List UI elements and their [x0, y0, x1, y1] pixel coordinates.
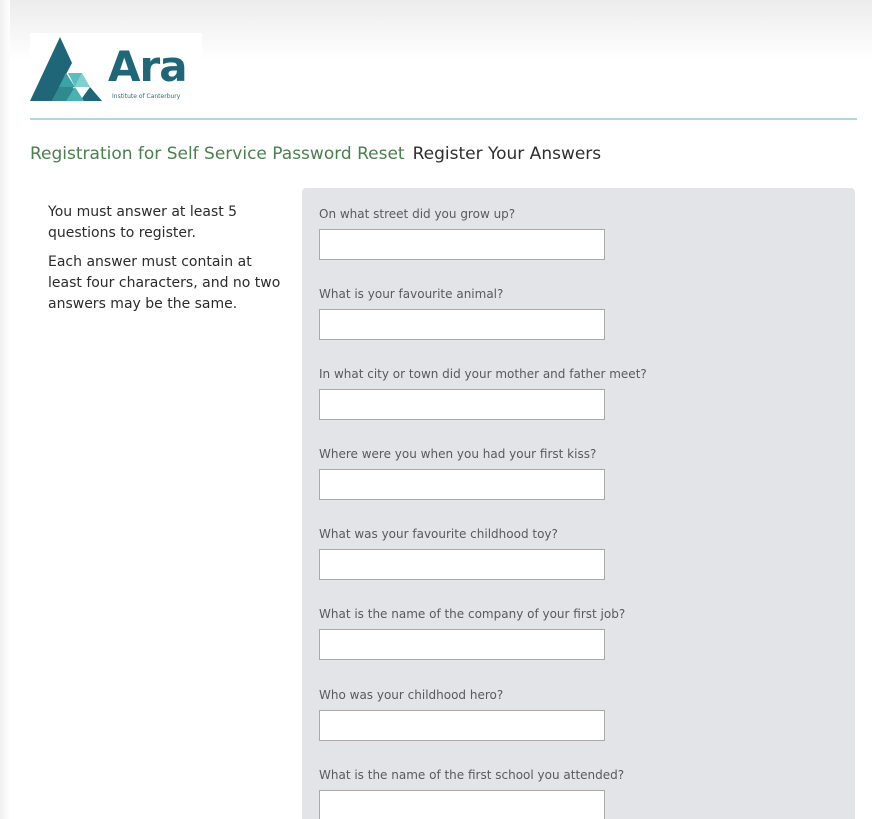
answer-input[interactable]	[319, 710, 605, 741]
page: Ara Institute of Canterbury Registration…	[0, 0, 872, 819]
answer-input[interactable]	[319, 549, 605, 580]
left-shadow	[0, 0, 10, 819]
answer-input[interactable]	[319, 790, 605, 819]
answer-input[interactable]	[319, 229, 605, 260]
question-label: On what street did you grow up?	[319, 207, 516, 221]
breadcrumb: Registration for Self Service Password R…	[30, 143, 601, 165]
instruction-minimum-answers: You must answer at least 5 questions to …	[48, 204, 238, 241]
instructions: You must answer at least 5 questions to …	[48, 202, 288, 323]
question-label: In what city or town did your mother and…	[319, 367, 647, 381]
page-title: Register Your Answers	[412, 144, 602, 164]
ara-logo-subtitle: Institute of Canterbury	[112, 93, 181, 100]
question-label: Where were you when you had your first k…	[319, 447, 597, 461]
ara-logo: Ara Institute of Canterbury	[30, 33, 202, 106]
question-label: What was your favourite childhood toy?	[319, 527, 558, 541]
ara-logo-mark-icon	[30, 37, 102, 101]
question-label: What is the name of the company of your …	[319, 607, 626, 621]
question-label: What is the name of the first school you…	[319, 768, 625, 782]
ara-logo-wordmark: Ara	[108, 42, 188, 91]
answer-input[interactable]	[319, 309, 605, 340]
answer-input[interactable]	[319, 389, 605, 420]
question-label: Who was your childhood hero?	[319, 688, 504, 702]
answer-input[interactable]	[319, 629, 605, 660]
question-label: What is your favourite animal?	[319, 287, 504, 301]
header-divider	[30, 118, 857, 120]
answer-input[interactable]	[319, 469, 605, 500]
instruction-answer-rules: Each answer must contain at least four c…	[48, 254, 281, 312]
breadcrumb-section: Registration for Self Service Password R…	[30, 144, 405, 164]
